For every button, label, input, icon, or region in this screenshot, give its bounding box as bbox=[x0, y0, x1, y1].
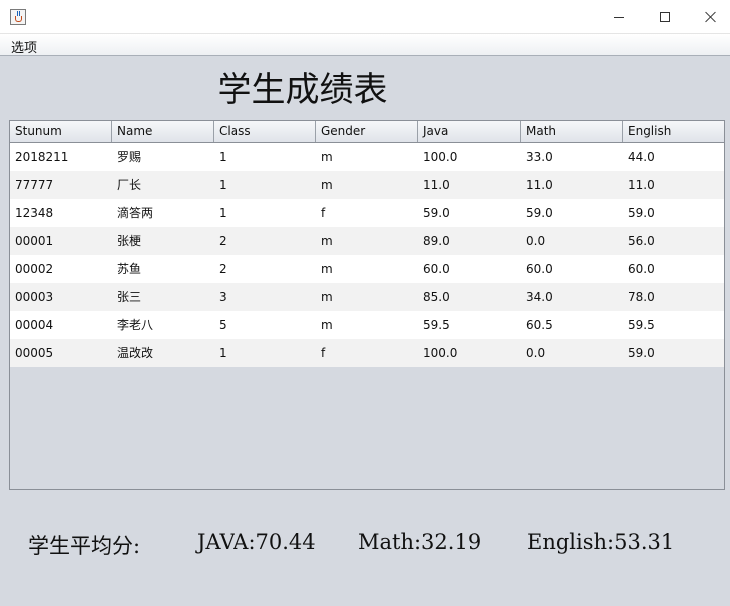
page-title: 学生成绩表 bbox=[217, 70, 388, 110]
cell-english[interactable]: 59.5 bbox=[623, 311, 724, 339]
scores-table[interactable]: Stunum Name Class Gender Java Math Engli… bbox=[9, 120, 725, 490]
cell-name[interactable]: 罗赐 bbox=[112, 143, 214, 171]
table-row[interactable]: 77777 厂长 1 m 11.0 11.0 11.0 bbox=[10, 171, 724, 199]
close-button[interactable] bbox=[688, 0, 730, 34]
cell-class[interactable]: 2 bbox=[214, 227, 316, 255]
cell-java[interactable]: 59.5 bbox=[418, 311, 521, 339]
maximize-icon bbox=[660, 12, 670, 22]
cell-stunum[interactable]: 77777 bbox=[10, 171, 112, 199]
menu-bar: 选项 bbox=[0, 34, 730, 56]
column-header-class[interactable]: Class bbox=[214, 121, 316, 142]
cell-class[interactable]: 2 bbox=[214, 255, 316, 283]
cell-stunum[interactable]: 00001 bbox=[10, 227, 112, 255]
cell-english[interactable]: 59.0 bbox=[623, 339, 724, 367]
column-header-name[interactable]: Name bbox=[112, 121, 214, 142]
cell-gender[interactable]: m bbox=[316, 143, 418, 171]
cell-name[interactable]: 厂长 bbox=[112, 171, 214, 199]
cell-stunum[interactable]: 00005 bbox=[10, 339, 112, 367]
java-average: JAVA:70.44 bbox=[197, 530, 316, 554]
cell-stunum[interactable]: 00002 bbox=[10, 255, 112, 283]
cell-english[interactable]: 44.0 bbox=[623, 143, 724, 171]
table-row[interactable]: 00003 张三 3 m 85.0 34.0 78.0 bbox=[10, 283, 724, 311]
math-average: Math:32.19 bbox=[358, 530, 482, 554]
table-row[interactable]: 00004 李老八 5 m 59.5 60.5 59.5 bbox=[10, 311, 724, 339]
cell-java[interactable]: 100.0 bbox=[418, 339, 521, 367]
java-icon[interactable] bbox=[10, 9, 26, 25]
cell-math[interactable]: 33.0 bbox=[521, 143, 623, 171]
cell-english[interactable]: 78.0 bbox=[623, 283, 724, 311]
close-icon bbox=[705, 11, 717, 23]
table-row[interactable]: 00005 温改改 1 f 100.0 0.0 59.0 bbox=[10, 339, 724, 367]
cell-gender[interactable]: m bbox=[316, 283, 418, 311]
cell-english[interactable]: 11.0 bbox=[623, 171, 724, 199]
cell-gender[interactable]: m bbox=[316, 171, 418, 199]
menu-options[interactable]: 选项 bbox=[11, 37, 37, 56]
table-body: 2018211 罗赐 1 m 100.0 33.0 44.0 77777 厂长 … bbox=[10, 143, 724, 367]
cell-name[interactable]: 温改改 bbox=[112, 339, 214, 367]
english-average: English:53.31 bbox=[527, 530, 675, 554]
table-row[interactable]: 00002 苏鱼 2 m 60.0 60.0 60.0 bbox=[10, 255, 724, 283]
cell-math[interactable]: 34.0 bbox=[521, 283, 623, 311]
cell-class[interactable]: 1 bbox=[214, 143, 316, 171]
cell-class[interactable]: 1 bbox=[214, 199, 316, 227]
maximize-button[interactable] bbox=[642, 0, 688, 34]
column-header-math[interactable]: Math bbox=[521, 121, 623, 142]
cell-gender[interactable]: m bbox=[316, 255, 418, 283]
minimize-icon bbox=[614, 16, 624, 18]
cell-gender[interactable]: m bbox=[316, 227, 418, 255]
cell-class[interactable]: 1 bbox=[214, 339, 316, 367]
cell-math[interactable]: 59.0 bbox=[521, 199, 623, 227]
cell-math[interactable]: 0.0 bbox=[521, 227, 623, 255]
cell-math[interactable]: 11.0 bbox=[521, 171, 623, 199]
cell-java[interactable]: 85.0 bbox=[418, 283, 521, 311]
column-header-java[interactable]: Java bbox=[418, 121, 521, 142]
cell-stunum[interactable]: 00003 bbox=[10, 283, 112, 311]
cell-name[interactable]: 滴答两 bbox=[112, 199, 214, 227]
cell-class[interactable]: 5 bbox=[214, 311, 316, 339]
cell-java[interactable]: 100.0 bbox=[418, 143, 521, 171]
cell-math[interactable]: 0.0 bbox=[521, 339, 623, 367]
average-label: 学生平均分: bbox=[28, 534, 141, 558]
cell-gender[interactable]: f bbox=[316, 339, 418, 367]
table-row[interactable]: 00001 张梗 2 m 89.0 0.0 56.0 bbox=[10, 227, 724, 255]
title-bar bbox=[0, 0, 730, 34]
cell-stunum[interactable]: 12348 bbox=[10, 199, 112, 227]
table-row[interactable]: 2018211 罗赐 1 m 100.0 33.0 44.0 bbox=[10, 143, 724, 171]
cell-english[interactable]: 56.0 bbox=[623, 227, 724, 255]
cell-class[interactable]: 3 bbox=[214, 283, 316, 311]
cell-java[interactable]: 60.0 bbox=[418, 255, 521, 283]
cell-math[interactable]: 60.5 bbox=[521, 311, 623, 339]
cell-java[interactable]: 11.0 bbox=[418, 171, 521, 199]
cell-english[interactable]: 60.0 bbox=[623, 255, 724, 283]
column-header-stunum[interactable]: Stunum bbox=[10, 121, 112, 142]
cell-gender[interactable]: m bbox=[316, 311, 418, 339]
cell-stunum[interactable]: 2018211 bbox=[10, 143, 112, 171]
cell-stunum[interactable]: 00004 bbox=[10, 311, 112, 339]
cell-math[interactable]: 60.0 bbox=[521, 255, 623, 283]
cell-gender[interactable]: f bbox=[316, 199, 418, 227]
cell-name[interactable]: 张三 bbox=[112, 283, 214, 311]
minimize-button[interactable] bbox=[596, 0, 642, 34]
cell-name[interactable]: 张梗 bbox=[112, 227, 214, 255]
cell-english[interactable]: 59.0 bbox=[623, 199, 724, 227]
table-row[interactable]: 12348 滴答两 1 f 59.0 59.0 59.0 bbox=[10, 199, 724, 227]
column-header-gender[interactable]: Gender bbox=[316, 121, 418, 142]
table-header: Stunum Name Class Gender Java Math Engli… bbox=[10, 121, 724, 143]
cell-class[interactable]: 1 bbox=[214, 171, 316, 199]
cell-name[interactable]: 李老八 bbox=[112, 311, 214, 339]
cell-name[interactable]: 苏鱼 bbox=[112, 255, 214, 283]
column-header-english[interactable]: English bbox=[623, 121, 724, 142]
cell-java[interactable]: 89.0 bbox=[418, 227, 521, 255]
cell-java[interactable]: 59.0 bbox=[418, 199, 521, 227]
